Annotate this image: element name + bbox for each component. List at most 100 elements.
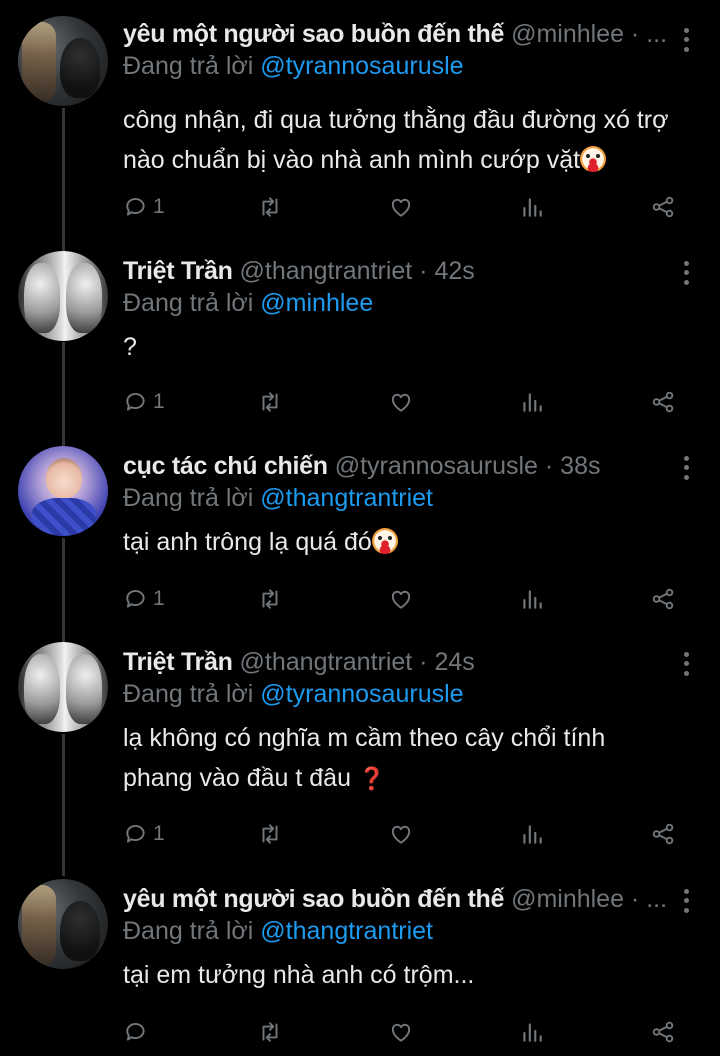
- reply-button[interactable]: 1: [123, 819, 165, 849]
- like-button[interactable]: [388, 387, 414, 417]
- like-button[interactable]: [388, 819, 414, 849]
- like-icon: [391, 393, 411, 412]
- share-button[interactable]: [650, 192, 676, 222]
- more-icon[interactable]: [678, 26, 694, 54]
- like-icon: [391, 590, 411, 609]
- more-icon[interactable]: [678, 259, 694, 287]
- reply-icon: [126, 825, 145, 843]
- handle-time[interactable]: @tyrannosaurusle · 38s: [335, 452, 708, 481]
- retweet-icon: [262, 392, 278, 412]
- reply-icon: [126, 1023, 145, 1041]
- stats-icon: [523, 198, 542, 217]
- stats-icon: [523, 1023, 542, 1042]
- replying-to: Đang trả lời @tyrannosaurusle: [123, 680, 464, 708]
- display-name[interactable]: Triệt Trần: [123, 648, 233, 677]
- share-button[interactable]: [650, 819, 676, 849]
- tweet[interactable]: yêu một người sao buồn đến thế @minhlee …: [0, 869, 720, 1056]
- more-icon[interactable]: [678, 887, 694, 915]
- reply-button[interactable]: 1: [123, 584, 165, 614]
- display-name[interactable]: yêu một người sao buồn đến thế: [123, 885, 504, 914]
- avatar[interactable]: [18, 642, 108, 732]
- stats-button[interactable]: [519, 1017, 545, 1047]
- reply-handle-link[interactable]: @minhlee: [260, 289, 373, 317]
- reply-icon: [126, 198, 145, 216]
- tweet-text: ?: [123, 333, 137, 361]
- more-icon[interactable]: [678, 454, 694, 482]
- tweet-text: tại anh trông lạ quá đó: [123, 522, 708, 562]
- tweet-actions: 1: [123, 192, 683, 222]
- retweet-button[interactable]: [257, 387, 283, 417]
- replying-to: Đang trả lời @minhlee: [123, 289, 374, 317]
- retweet-button[interactable]: [257, 192, 283, 222]
- like-icon: [391, 198, 411, 217]
- reply-button[interactable]: 1: [123, 387, 165, 417]
- like-button[interactable]: [388, 584, 414, 614]
- retweet-icon: [262, 197, 278, 217]
- tweet-text: tại em tưởng nhà anh có trộm...: [123, 961, 475, 989]
- handle-time[interactable]: @thangtrantriet · 24s: [240, 648, 708, 677]
- like-icon: [391, 1023, 411, 1042]
- stats-icon: [523, 590, 542, 609]
- tweet-actions: 1: [123, 584, 683, 614]
- reply-count: 1: [153, 390, 165, 413]
- stats-icon: [523, 825, 542, 844]
- retweet-button[interactable]: [257, 819, 283, 849]
- reply-count: 1: [153, 195, 165, 218]
- red-question-emoji: ❓: [357, 766, 386, 791]
- stats-button[interactable]: [519, 192, 545, 222]
- like-button[interactable]: [388, 1017, 414, 1047]
- tweet-text: lạ không có nghĩa m cầm theo cây chổi tí…: [123, 724, 606, 792]
- clown-emoji: [580, 146, 607, 172]
- like-icon: [391, 825, 411, 844]
- share-button[interactable]: [650, 387, 676, 417]
- reply-handle-link[interactable]: @tyrannosaurusle: [260, 52, 463, 80]
- share-icon: [652, 1021, 674, 1043]
- retweet-button[interactable]: [257, 584, 283, 614]
- reply-button[interactable]: 1: [123, 192, 165, 222]
- reply-handle-link[interactable]: @tyrannosaurusle: [260, 680, 463, 708]
- more-icon[interactable]: [678, 650, 694, 678]
- tweet-actions: [123, 1017, 683, 1047]
- replying-to: Đang trả lời @thangtrantriet: [123, 484, 433, 512]
- clown-emoji: [371, 528, 398, 554]
- display-name[interactable]: yêu một người sao buồn đến thế: [123, 20, 504, 49]
- avatar[interactable]: [18, 446, 108, 536]
- reply-count: 1: [153, 822, 165, 845]
- tweet-actions: 1: [123, 819, 683, 849]
- tweet[interactable]: yêu một người sao buồn đến thế @minhlee …: [0, 0, 720, 245]
- share-icon: [652, 196, 674, 218]
- retweet-icon: [262, 589, 278, 609]
- share-icon: [652, 391, 674, 413]
- avatar[interactable]: [18, 16, 108, 106]
- reply-icon: [126, 393, 145, 411]
- tweet[interactable]: cục tác chú chiến @tyrannosaurusle · 38s…: [0, 441, 720, 637]
- share-icon: [652, 588, 674, 610]
- replying-to: Đang trả lời @thangtrantriet: [123, 917, 433, 945]
- tweet[interactable]: Triệt Trần @thangtrantriet · 42s Đang tr…: [0, 245, 720, 441]
- avatar[interactable]: [18, 251, 108, 341]
- share-button[interactable]: [650, 584, 676, 614]
- reply-handle-link[interactable]: @thangtrantriet: [260, 917, 433, 945]
- reply-icon: [126, 590, 145, 608]
- stats-icon: [523, 393, 542, 412]
- share-button[interactable]: [650, 1017, 676, 1047]
- tweet-text: công nhận, đi qua tưởng thằng đầu đường …: [123, 106, 669, 174]
- tweet-actions: 1: [123, 387, 683, 417]
- stats-button[interactable]: [519, 584, 545, 614]
- avatar[interactable]: [18, 879, 108, 969]
- reply-handle-link[interactable]: @thangtrantriet: [260, 484, 433, 512]
- retweet-icon: [262, 1022, 278, 1042]
- reply-button[interactable]: [123, 1017, 153, 1047]
- display-name[interactable]: cục tác chú chiến: [123, 452, 328, 481]
- stats-button[interactable]: [519, 387, 545, 417]
- reply-count: 1: [153, 587, 165, 610]
- tweet[interactable]: Triệt Trần @thangtrantriet · 24s Đang tr…: [0, 637, 720, 869]
- display-name[interactable]: Triệt Trần: [123, 257, 233, 286]
- retweet-icon: [262, 824, 278, 844]
- like-button[interactable]: [388, 192, 414, 222]
- stats-button[interactable]: [519, 819, 545, 849]
- retweet-button[interactable]: [257, 1017, 283, 1047]
- handle-time[interactable]: @thangtrantriet · 42s: [240, 257, 708, 286]
- share-icon: [652, 823, 674, 845]
- replying-to: Đang trả lời @tyrannosaurusle: [123, 52, 464, 80]
